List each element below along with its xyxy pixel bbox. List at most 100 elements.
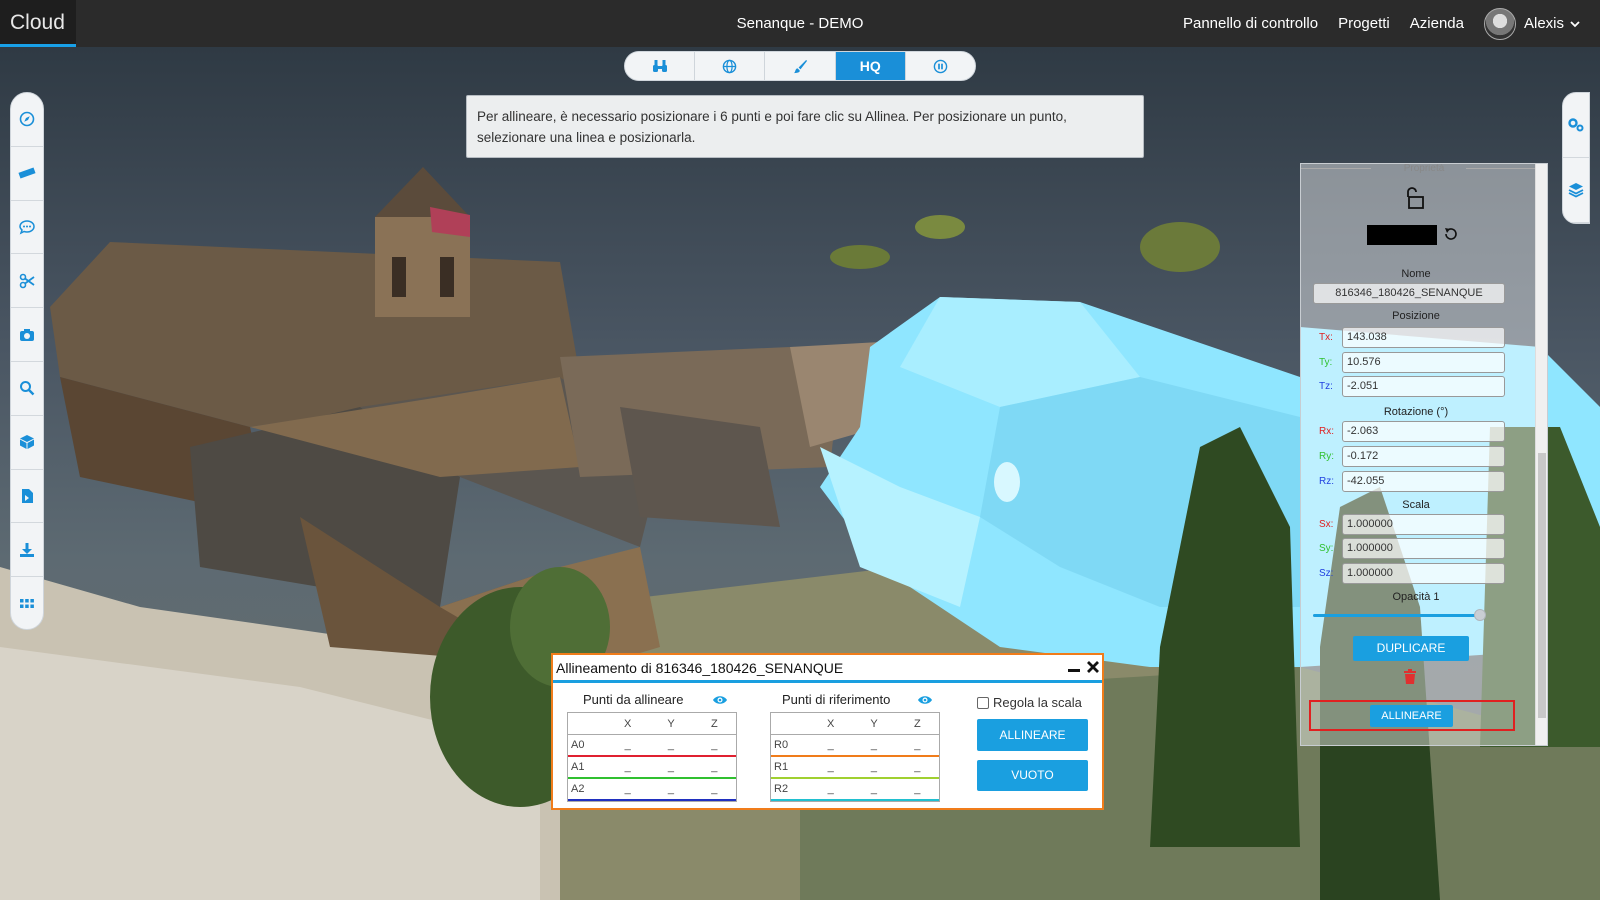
- download-icon: [20, 542, 34, 557]
- tool-navigation[interactable]: [11, 93, 43, 147]
- col-z: Z: [710, 718, 718, 730]
- align-points-table: X Y Z A0 _ _ _ A1 _ _ _ A2 _ _ _: [567, 712, 737, 802]
- col-z: Z: [913, 718, 921, 730]
- avatar[interactable]: [1483, 7, 1516, 40]
- ty-field[interactable]: 10.576: [1342, 352, 1505, 373]
- mode-binoculars-button[interactable]: [625, 52, 696, 80]
- app-logo[interactable]: Cloud: [0, 0, 76, 47]
- globe-icon: [723, 59, 737, 73]
- opacity-slider[interactable]: [1313, 609, 1486, 621]
- table-header: X Y Z: [771, 713, 939, 735]
- tool-measure[interactable]: [11, 147, 43, 201]
- tool-layers[interactable]: [1563, 158, 1589, 223]
- tx-field[interactable]: 143.038: [1342, 327, 1505, 348]
- dialog-title: Allineamento di 816346_180426_SENANQUE: [556, 660, 844, 676]
- comment-icon: [19, 220, 35, 235]
- dialog-header: Allineamento di 816346_180426_SENANQUE: [553, 655, 1102, 683]
- close-button[interactable]: [1086, 658, 1100, 678]
- name-label: Nome: [1401, 268, 1431, 280]
- eye-icon[interactable]: [712, 694, 728, 706]
- tool-annotation[interactable]: [11, 201, 43, 255]
- col-y: Y: [667, 718, 675, 730]
- minimize-icon: [1068, 669, 1080, 672]
- minimize-button[interactable]: [1067, 658, 1081, 678]
- sy-field[interactable]: 1.000000: [1342, 538, 1505, 559]
- rx-field[interactable]: -2.063: [1342, 421, 1505, 442]
- sz-field[interactable]: 1.000000: [1342, 563, 1505, 584]
- tool-screenshot[interactable]: [11, 308, 43, 362]
- scale-checkbox-row[interactable]: Regola la scala: [977, 695, 1082, 710]
- name-field[interactable]: 816346_180426_SENANQUE: [1313, 283, 1505, 304]
- col-x: X: [826, 718, 835, 730]
- open-align-button[interactable]: ALLINEARE: [1370, 705, 1453, 727]
- opacity-slider-handle[interactable]: [1473, 609, 1486, 621]
- eye-icon[interactable]: [917, 694, 933, 706]
- table-row[interactable]: A0 _ _ _: [568, 735, 736, 757]
- tool-download[interactable]: [11, 523, 43, 578]
- table-row[interactable]: R1 _ _ _: [771, 757, 939, 779]
- tool-search[interactable]: [11, 362, 43, 416]
- ry-field[interactable]: -0.172: [1342, 446, 1505, 467]
- scissors-icon: [19, 273, 35, 289]
- close-icon: [1087, 661, 1099, 673]
- color-swatch[interactable]: [1367, 225, 1437, 245]
- pause-icon: [933, 59, 948, 73]
- trash-icon[interactable]: [1403, 669, 1417, 685]
- layers-icon: [1568, 183, 1584, 198]
- col-y: Y: [870, 718, 878, 730]
- nav-projects[interactable]: Progetti: [1338, 15, 1390, 32]
- mode-globe-button[interactable]: [695, 52, 766, 80]
- left-toolbar: [10, 92, 44, 630]
- tz-field[interactable]: -2.051: [1342, 376, 1505, 397]
- lock-open-icon[interactable]: [1404, 186, 1428, 210]
- tool-objects[interactable]: [11, 416, 43, 470]
- properties-panel: Proprietà Nome 816346_180426_SENANQUE Po…: [1300, 163, 1548, 746]
- chevron-down-icon: [1570, 20, 1580, 27]
- points-to-align-title: Punti da allineare: [583, 692, 684, 707]
- nav-dashboard[interactable]: Pannello di controllo: [1183, 15, 1318, 32]
- user-menu[interactable]: Alexis: [1524, 15, 1580, 32]
- mode-pause-button[interactable]: [906, 52, 975, 80]
- tool-import[interactable]: [11, 470, 43, 524]
- table-row[interactable]: A2 _ _ _: [568, 779, 736, 801]
- properties-legend: Proprietà: [1403, 163, 1445, 174]
- sx-field[interactable]: 1.000000: [1342, 514, 1505, 535]
- grid-icon: [20, 599, 34, 609]
- opacity-label: Opacità 1: [1392, 591, 1440, 603]
- search-icon: [20, 381, 35, 396]
- table-row[interactable]: A1 _ _ _: [568, 757, 736, 779]
- binoculars-icon: [652, 60, 667, 72]
- col-x: X: [623, 718, 632, 730]
- file-import-icon: [22, 488, 33, 503]
- top-navigation: Pannello di controllo Progetti Azienda A…: [1183, 0, 1600, 47]
- opacity-slider-fill: [1313, 614, 1480, 617]
- tools-icon: [1568, 118, 1584, 132]
- mode-hq-button[interactable]: HQ: [835, 52, 906, 80]
- cube-icon: [20, 435, 34, 450]
- top-bar: Cloud Senanque - DEMO Pannello di contro…: [0, 0, 1600, 47]
- compass-icon: [19, 112, 35, 127]
- table-row[interactable]: R2 _ _ _: [771, 779, 939, 801]
- properties-scrollbar[interactable]: [1535, 164, 1547, 745]
- position-label: Posizione: [1392, 310, 1440, 322]
- reference-points-title: Punti di riferimento: [782, 692, 891, 707]
- scale-checkbox-label: Regola la scala: [993, 695, 1082, 710]
- table-row[interactable]: R0 _ _ _: [771, 735, 939, 757]
- nav-company[interactable]: Azienda: [1410, 15, 1464, 32]
- mode-brush-button[interactable]: [765, 52, 836, 80]
- rz-field[interactable]: -42.055: [1342, 471, 1505, 492]
- align-button[interactable]: ALLINEARE: [977, 719, 1088, 751]
- camera-icon: [20, 328, 34, 341]
- duplicate-button[interactable]: DUPLICARE: [1353, 636, 1469, 661]
- tool-settings[interactable]: [1563, 93, 1589, 158]
- rz-label: Rz:: [1319, 476, 1334, 487]
- alignment-dialog: Allineamento di 816346_180426_SENANQUE P…: [551, 653, 1104, 810]
- alignment-instructions: Per allineare, è necessario posizionare …: [466, 95, 1144, 158]
- tool-cut[interactable]: [11, 254, 43, 309]
- view-mode-toolbar: HQ: [624, 51, 976, 81]
- scale-checkbox[interactable]: [977, 696, 989, 709]
- tool-more[interactable]: [11, 577, 43, 629]
- reference-points-table: X Y Z R0 _ _ _ R1 _ _ _ R2 _ _ _: [770, 712, 940, 802]
- empty-button[interactable]: VUOTO: [977, 760, 1088, 791]
- reset-color-icon[interactable]: [1443, 226, 1459, 242]
